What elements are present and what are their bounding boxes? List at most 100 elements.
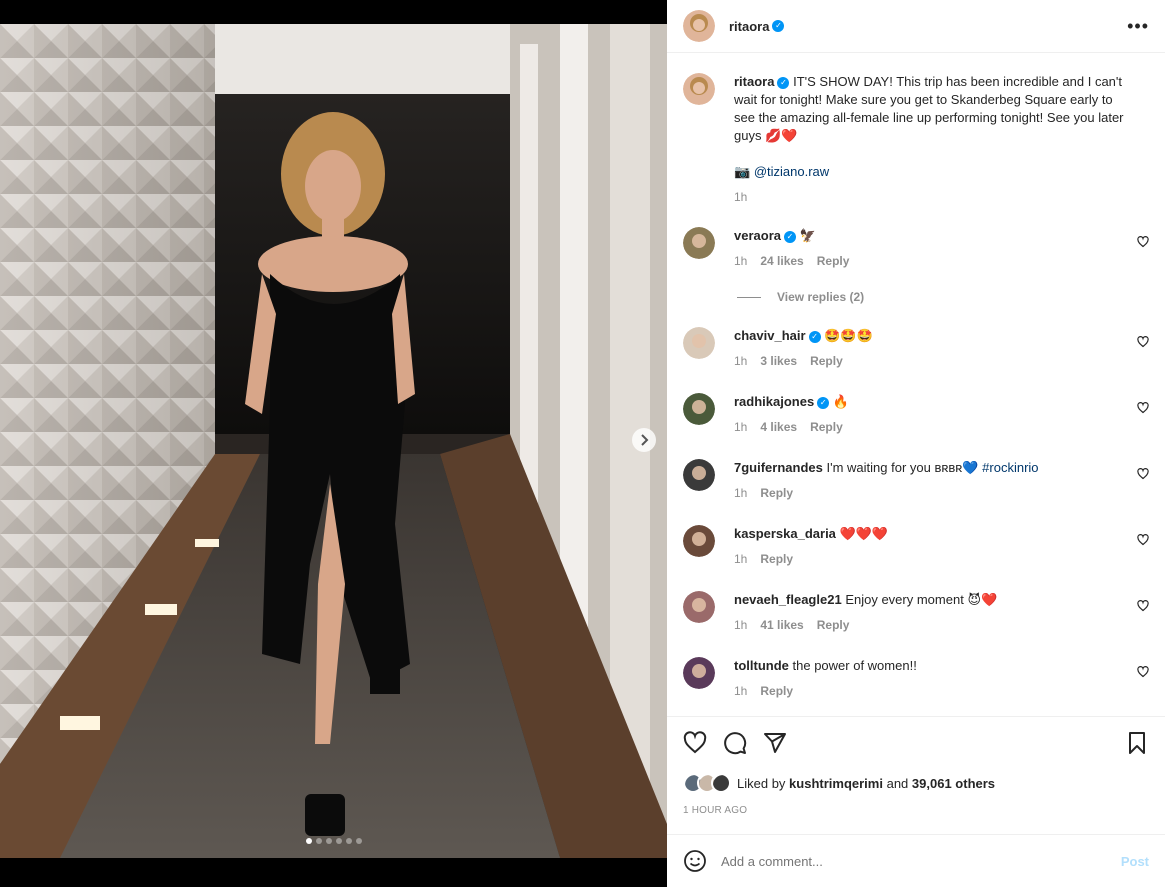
likes-count[interactable]: 39,061 others (912, 776, 995, 791)
carousel-dot[interactable] (356, 838, 362, 844)
heart-icon[interactable] (683, 731, 707, 755)
comment-meta: 1h 4 likes Reply (734, 418, 1134, 436)
reply-button[interactable]: Reply (810, 420, 843, 434)
comment-meta: 1h Reply (734, 550, 1134, 568)
carousel-dot[interactable] (336, 838, 342, 844)
actions-section: Liked by kushtrimqerimi and 39,061 other… (667, 716, 1165, 834)
credit-mention[interactable]: @tiziano.raw (754, 164, 829, 179)
like-comment-heart-icon[interactable] (1137, 236, 1149, 248)
liked-by-user[interactable]: kushtrimqerimi (789, 776, 883, 791)
verified-icon: ✓ (772, 20, 785, 32)
chevron-right-icon (641, 434, 649, 446)
reply-button[interactable]: Reply (817, 618, 850, 632)
post-comment-button[interactable]: Post (1121, 854, 1149, 869)
comment-meta: 1h 41 likes Reply (734, 616, 1134, 634)
next-photo-button[interactable] (632, 428, 656, 452)
comment-likes[interactable]: 4 likes (760, 420, 797, 434)
liked-by-prefix: Liked by (737, 775, 786, 791)
comment-time[interactable]: 1h (734, 420, 747, 434)
liker-avatars (683, 773, 731, 793)
reply-button[interactable]: Reply (810, 354, 843, 368)
commenter-username[interactable]: tolltunde (734, 658, 789, 673)
comment-hashtag[interactable]: #rockinrio (982, 460, 1038, 475)
verified-icon: ✓ (777, 76, 790, 89)
commenter-username[interactable]: nevaeh_fleagle21 (734, 592, 842, 607)
like-comment-heart-icon[interactable] (1137, 600, 1149, 612)
comment-time[interactable]: 1h (734, 618, 747, 632)
top-backdrop (0, 0, 667, 24)
commenter-username[interactable]: veraora (734, 228, 781, 243)
like-comment-heart-icon[interactable] (1137, 666, 1149, 678)
comment-emoji: 🔥 (832, 394, 850, 409)
comments-list: ritaora ✓ IT'S SHOW DAY! This trip has be… (667, 54, 1165, 716)
comment-meta: 1h Reply (734, 682, 1134, 700)
photo-credit: 📷 @tiziano.raw (734, 163, 1134, 181)
share-icon[interactable] (763, 731, 787, 755)
carousel-dot[interactable] (306, 838, 312, 844)
comment-likes[interactable]: 41 likes (760, 618, 803, 632)
caption-emoji: 💋❤️ (765, 128, 798, 143)
commenter-avatar[interactable] (683, 327, 715, 359)
comment-body: veraora ✓ 🦅 1h 24 likes Reply (734, 227, 1134, 270)
comment-text: Enjoy every moment (845, 592, 964, 607)
author-username[interactable]: ritaora (729, 19, 769, 34)
reply-button[interactable]: Reply (817, 254, 850, 268)
comment-emoji: ❤️❤️❤️ (839, 526, 889, 541)
comment-likes[interactable]: 3 likes (760, 354, 797, 368)
add-comment-bar: Post (667, 834, 1165, 887)
view-replies-button[interactable]: View replies (2) (737, 290, 864, 304)
caption-username[interactable]: ritaora (734, 74, 774, 89)
liked-by-and: and (886, 775, 909, 791)
comment-icon[interactable] (723, 731, 747, 755)
comment-body: chaviv_hair ✓ 🤩🤩🤩 1h 3 likes Reply (734, 327, 1134, 370)
bookmark-icon[interactable] (1125, 731, 1149, 755)
post-details-panel: ritaora ✓ ••• ritaora ✓ IT'S SHOW DAY! Th… (667, 0, 1165, 887)
carousel-dot[interactable] (326, 838, 332, 844)
comment-time[interactable]: 1h (734, 486, 747, 500)
carousel-dot[interactable] (346, 838, 352, 844)
reply-button[interactable]: Reply (760, 684, 793, 698)
commenter-username[interactable]: 7guifernandes (734, 460, 823, 475)
like-comment-heart-icon[interactable] (1137, 336, 1149, 348)
comment-time[interactable]: 1h (734, 354, 747, 368)
caption-body: ritaora ✓ IT'S SHOW DAY! This trip has be… (734, 73, 1134, 206)
commenter-avatar[interactable] (683, 591, 715, 623)
commenter-username[interactable]: kasperska_daria (734, 526, 836, 541)
comment-time[interactable]: 1h (734, 552, 747, 566)
action-icons (683, 731, 787, 755)
divider-line (737, 296, 761, 298)
carousel-dot[interactable] (316, 838, 322, 844)
verified-icon: ✓ (783, 230, 796, 243)
comment-time[interactable]: 1h (734, 254, 747, 268)
emoji-icon[interactable] (683, 849, 707, 873)
post-timestamp[interactable]: 1 HOUR AGO (683, 805, 747, 816)
commenter-avatar[interactable] (683, 459, 715, 491)
commenter-avatar[interactable] (683, 393, 715, 425)
comment-input[interactable] (721, 853, 1121, 869)
reply-button[interactable]: Reply (760, 486, 793, 500)
comment-likes[interactable]: 24 likes (760, 254, 803, 268)
like-comment-heart-icon[interactable] (1137, 534, 1149, 546)
comment-body: tolltunde the power of women!! 1h Reply (734, 657, 1134, 700)
camera-icon: 📷 (734, 164, 751, 179)
caption-avatar[interactable] (683, 73, 715, 105)
commenter-avatar[interactable] (683, 657, 715, 689)
caption-time[interactable]: 1h (734, 190, 747, 204)
verified-icon: ✓ (808, 330, 821, 343)
like-comment-heart-icon[interactable] (1137, 468, 1149, 480)
comment-body: radhikajones ✓ 🔥 1h 4 likes Reply (734, 393, 1134, 436)
reply-button[interactable]: Reply (760, 552, 793, 566)
like-comment-heart-icon[interactable] (1137, 402, 1149, 414)
more-icon[interactable]: ••• (1127, 16, 1149, 37)
post-photo[interactable] (0, 24, 667, 858)
commenter-avatar[interactable] (683, 227, 715, 259)
comment-meta: 1h Reply (734, 484, 1134, 502)
liker-avatar[interactable] (711, 773, 731, 793)
commenter-avatar[interactable] (683, 525, 715, 557)
comment-body: kasperska_daria ❤️❤️❤️ 1h Reply (734, 525, 1134, 568)
comment-time[interactable]: 1h (734, 684, 747, 698)
commenter-username[interactable]: chaviv_hair (734, 328, 806, 343)
commenter-username[interactable]: radhikajones (734, 394, 814, 409)
author-avatar[interactable] (683, 10, 715, 42)
verified-icon: ✓ (817, 396, 830, 409)
